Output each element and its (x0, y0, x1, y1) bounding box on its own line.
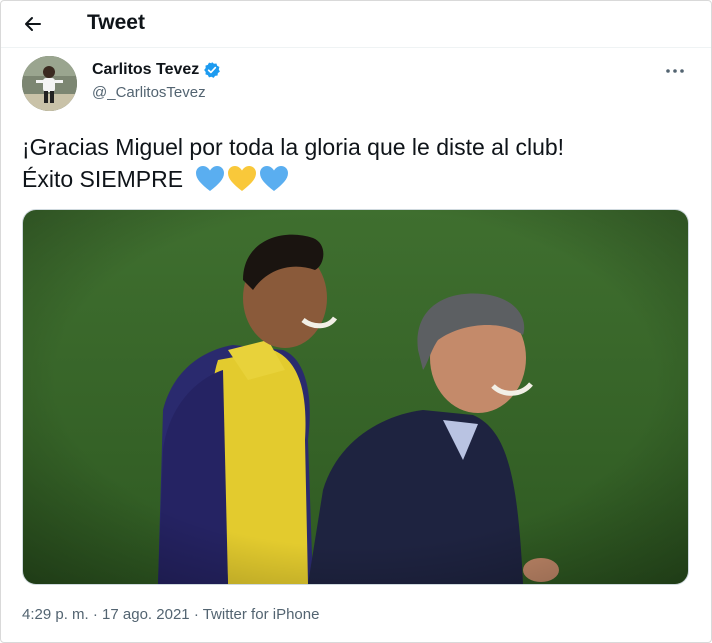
tweet-text: ¡Gracias Miguel por toda la gloria que l… (22, 131, 682, 195)
tweet-photo[interactable] (22, 209, 689, 585)
photo-image (23, 210, 688, 584)
tweet-text-line2: Éxito SIEMPRE (22, 166, 184, 192)
more-options-button[interactable] (665, 61, 685, 75)
back-button[interactable] (19, 10, 47, 38)
more-dots-icon (666, 69, 684, 73)
tweet-date[interactable]: 17 ago. 2021 (102, 606, 190, 623)
blue-heart-icon (260, 166, 289, 191)
meta-separator: · (92, 606, 98, 623)
tweet-text-line1: ¡Gracias Miguel por toda la gloria que l… (22, 134, 565, 160)
blue-heart-icon (196, 166, 225, 191)
page-title: Tweet (87, 11, 145, 34)
author-display-name[interactable]: Carlitos Tevez (92, 61, 199, 79)
tweet-page: Tweet Carlitos Tevez @_CarlitosTevez ¡Gr… (0, 0, 712, 643)
avatar-image (22, 56, 77, 111)
meta-separator: · (193, 606, 199, 623)
yellow-heart-icon (228, 166, 257, 191)
tweet-source[interactable]: Twitter for iPhone (203, 606, 320, 623)
author-name[interactable]: Carlitos Tevez (92, 61, 221, 79)
tweet-time[interactable]: 4:29 p. m. (22, 606, 89, 623)
tweet-meta: 4:29 p. m. · 17 ago. 2021 · Twitter for … (22, 606, 319, 623)
tweet-text-line2-wrap: Éxito SIEMPRE (22, 163, 682, 195)
author-handle[interactable]: @_CarlitosTevez (92, 84, 206, 101)
avatar[interactable] (22, 56, 77, 111)
emoji-group (195, 165, 289, 192)
arrow-left-icon (25, 17, 41, 31)
verified-badge-icon (204, 62, 221, 78)
top-bar: Tweet (1, 1, 711, 48)
